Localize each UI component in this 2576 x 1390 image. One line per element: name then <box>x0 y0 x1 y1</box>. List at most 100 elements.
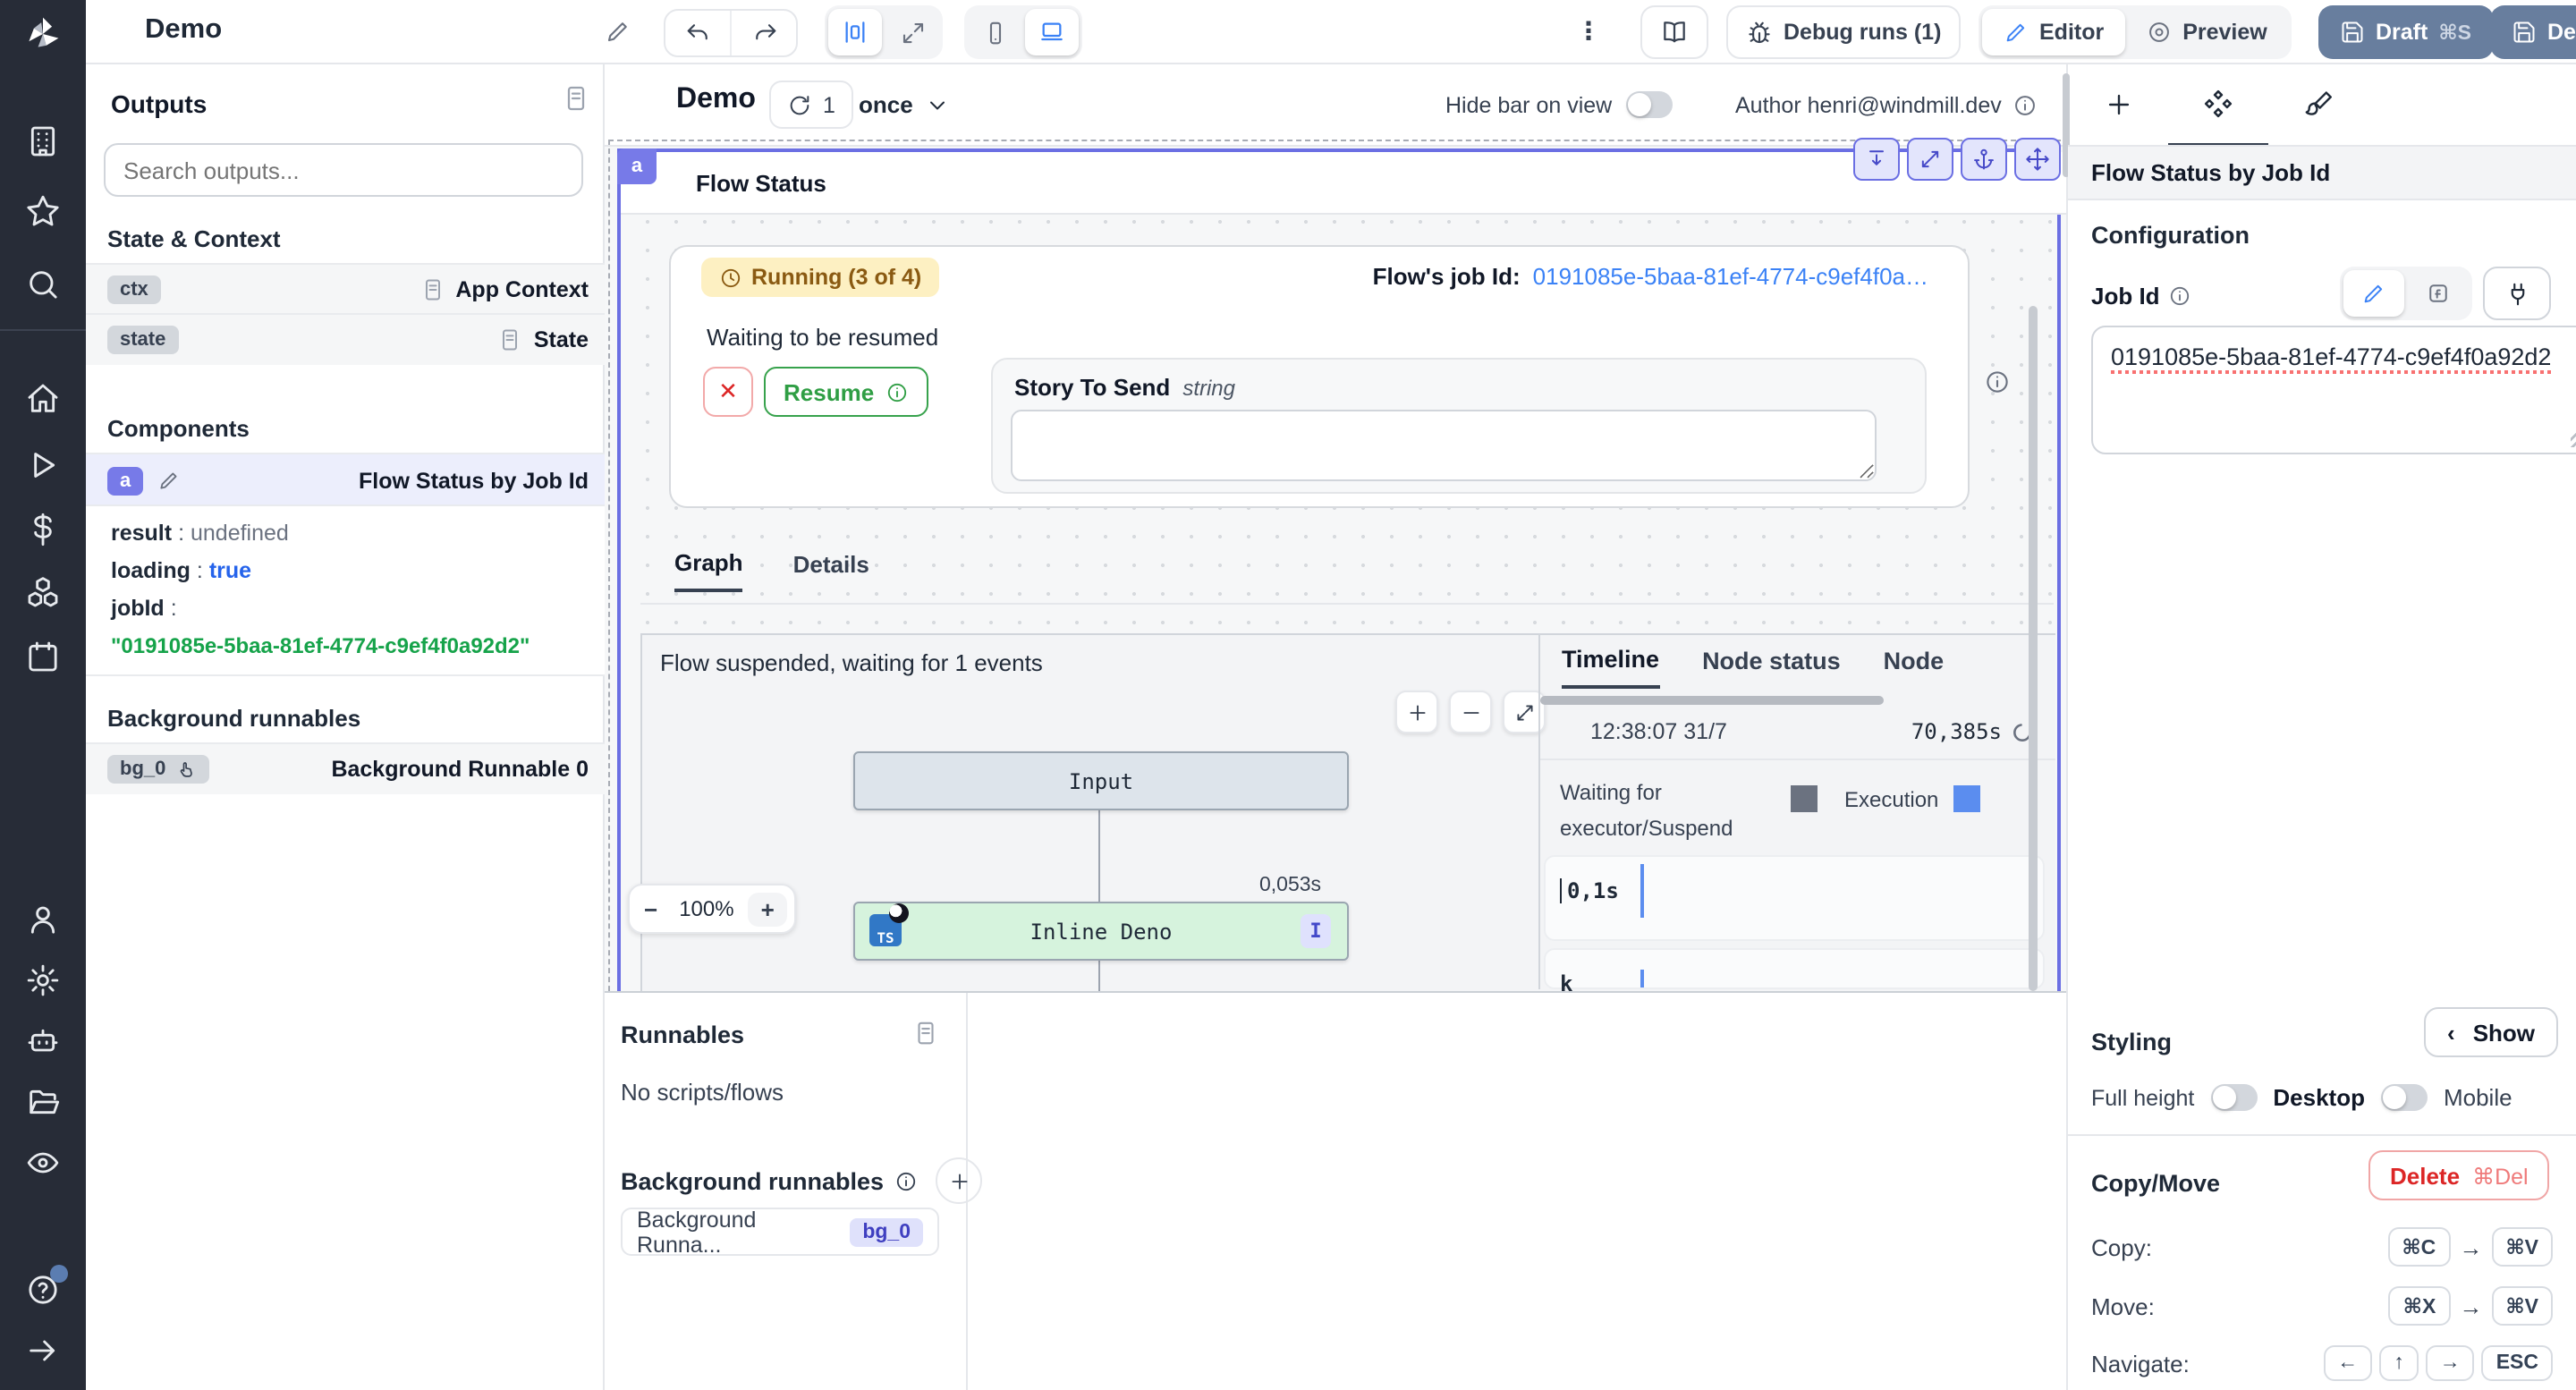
timeline-hscrollbar[interactable] <box>1540 696 1884 705</box>
story-textarea[interactable] <box>1011 410 1877 481</box>
component-id-tag[interactable]: a <box>617 148 657 184</box>
zoom-out-button[interactable] <box>1449 691 1492 733</box>
desktop-toggle[interactable] <box>2381 1084 2428 1111</box>
static-mode-button[interactable] <box>2343 270 2404 317</box>
info-icon[interactable] <box>2169 284 2192 308</box>
redo-button[interactable] <box>732 11 796 55</box>
full-height-toggle[interactable] <box>2210 1084 2257 1111</box>
component-row-selected[interactable]: a Flow Status by Job Id <box>86 453 648 506</box>
tab-preview[interactable]: Preview <box>2125 9 2289 55</box>
kbd-right: → <box>2426 1345 2475 1381</box>
tabs-divider <box>640 603 2054 605</box>
folders-icon[interactable] <box>25 1084 61 1120</box>
undo-button[interactable] <box>665 11 732 55</box>
flow-job-id-link[interactable]: 0191085e-5baa-81ef-4774-c9ef4f0a… <box>1533 263 1928 290</box>
panel-doc-icon[interactable] <box>562 84 590 113</box>
tab-node-status[interactable]: Node status <box>1702 648 1841 687</box>
windmill-logo-icon[interactable] <box>23 14 63 54</box>
job-id-input[interactable]: 0191085e-5baa-81ef-4774-c9ef4f0a92d2 <box>2091 326 2576 454</box>
cancel-button[interactable]: ✕ <box>703 367 753 417</box>
hide-bar-toggle[interactable] <box>1626 91 1673 118</box>
tab-graph[interactable]: Graph <box>674 549 743 592</box>
jobid-key: jobId <box>111 596 165 621</box>
info-icon[interactable] <box>894 1169 918 1192</box>
app-title: Demo <box>145 14 222 47</box>
eval-mode-button[interactable] <box>2408 270 2469 317</box>
canvas-align-group <box>825 5 943 59</box>
move-component-button[interactable] <box>2014 138 2061 181</box>
rename-pencil-icon[interactable] <box>605 18 631 45</box>
ctx-row[interactable]: ctx App Context <box>86 263 648 315</box>
configuration-title: Configuration <box>2091 222 2250 249</box>
zoom-minus-button[interactable]: − <box>637 895 665 922</box>
delete-button[interactable]: Delete ⌘Del <box>2368 1150 2550 1200</box>
show-styling-button[interactable]: ‹ Show <box>2424 1007 2558 1057</box>
connect-plug-button[interactable] <box>2483 267 2551 320</box>
component-grid-icon <box>2202 87 2234 119</box>
bg-runnable-item[interactable]: Background Runna... bg_0 <box>621 1208 939 1256</box>
app-sidebar <box>0 0 86 1390</box>
tab-node-more[interactable]: Node <box>1884 648 1945 687</box>
resources-boxes-icon[interactable] <box>25 574 61 610</box>
debug-runs-button[interactable]: Debug runs (1) <box>1726 5 1961 59</box>
tab-insert-plus[interactable] <box>2068 65 2168 144</box>
suspended-message: Flow suspended, waiting for 1 events <box>660 649 1043 676</box>
resize-grip[interactable] <box>2571 433 2576 447</box>
workers-robot-icon[interactable] <box>25 1023 61 1059</box>
editor-label: Editor <box>2039 20 2104 45</box>
tab-editor[interactable]: Editor <box>1982 9 2125 55</box>
search-outputs-input[interactable] <box>104 143 583 197</box>
center-canvas-button[interactable] <box>828 9 882 55</box>
paintbrush-icon <box>2303 89 2334 120</box>
info-icon[interactable] <box>2012 92 2038 117</box>
insert-below-button[interactable] <box>1853 138 1900 181</box>
zoom-plus-button[interactable]: + <box>749 892 787 926</box>
docs-book-button[interactable] <box>1640 5 1708 59</box>
add-bg-runnable-button[interactable] <box>936 1157 982 1204</box>
panel-doc-icon[interactable] <box>912 1020 939 1047</box>
fullwidth-canvas-button[interactable] <box>886 9 939 55</box>
bg0-row[interactable]: bg_0 Background Runnable 0 <box>86 742 648 794</box>
tab-styling-brush[interactable] <box>2268 65 2368 144</box>
deploy-label: Deploy <box>2547 20 2576 45</box>
audit-eye-icon[interactable] <box>25 1145 61 1181</box>
app-canvas[interactable]: Demo 1 once Hide bar on view Author henr… <box>605 64 2066 1390</box>
plug-icon <box>2504 280 2530 307</box>
home-icon[interactable] <box>25 381 61 417</box>
resume-button[interactable]: Resume <box>764 367 928 417</box>
expand-sidebar-arrow-icon[interactable] <box>25 1333 61 1369</box>
timeline-time-row: 12:38:07 31/7 70,385s <box>1590 719 2034 744</box>
apps-icon[interactable] <box>25 123 61 159</box>
windmill-app-editor: Demo ⋮ Debug runs (1) Editor Pr <box>0 0 2576 1390</box>
tab-details[interactable]: Details <box>793 551 869 590</box>
desktop-view-button[interactable] <box>1025 9 1079 55</box>
form-info-icon[interactable] <box>1984 369 2011 395</box>
more-menu-kebab-icon[interactable]: ⋮ <box>1576 16 1601 47</box>
mobile-view-button[interactable] <box>968 9 1021 55</box>
favorites-star-icon[interactable] <box>25 193 61 229</box>
canvas-vscrollbar[interactable] <box>2029 306 2038 991</box>
help-icon[interactable] <box>25 1272 61 1308</box>
refresh-count-button[interactable]: 1 <box>769 81 853 129</box>
flow-status-component[interactable]: a Flow Status Running (3 of 4) Flow's jo… <box>617 148 2061 1000</box>
user-icon[interactable] <box>25 902 61 937</box>
tab-component-settings[interactable] <box>2168 64 2268 146</box>
draft-button[interactable]: Draft ⌘S <box>2318 5 2493 59</box>
variables-dollar-icon[interactable] <box>25 512 61 547</box>
deploy-button[interactable]: Deploy <box>2490 5 2576 59</box>
runs-play-icon[interactable] <box>25 447 61 483</box>
anchor-component-button[interactable] <box>1961 138 2007 181</box>
state-row[interactable]: state State <box>86 313 648 365</box>
schedules-calendar-icon[interactable] <box>25 639 61 674</box>
edit-pencil-icon[interactable] <box>157 469 181 492</box>
node-inline-deno[interactable]: TS Inline Deno I <box>853 902 1349 961</box>
tab-timeline[interactable]: Timeline <box>1562 646 1659 689</box>
zoom-in-button[interactable] <box>1395 691 1438 733</box>
schedule-mode-dropdown[interactable]: once <box>859 81 951 129</box>
draft-label: Draft <box>2376 20 2428 45</box>
expand-component-button[interactable] <box>1907 138 1953 181</box>
story-field-label-row: Story To Send string <box>1014 374 1235 401</box>
search-icon[interactable] <box>25 267 61 302</box>
node-input[interactable]: Input <box>853 751 1349 810</box>
settings-gear-icon[interactable] <box>25 962 61 998</box>
